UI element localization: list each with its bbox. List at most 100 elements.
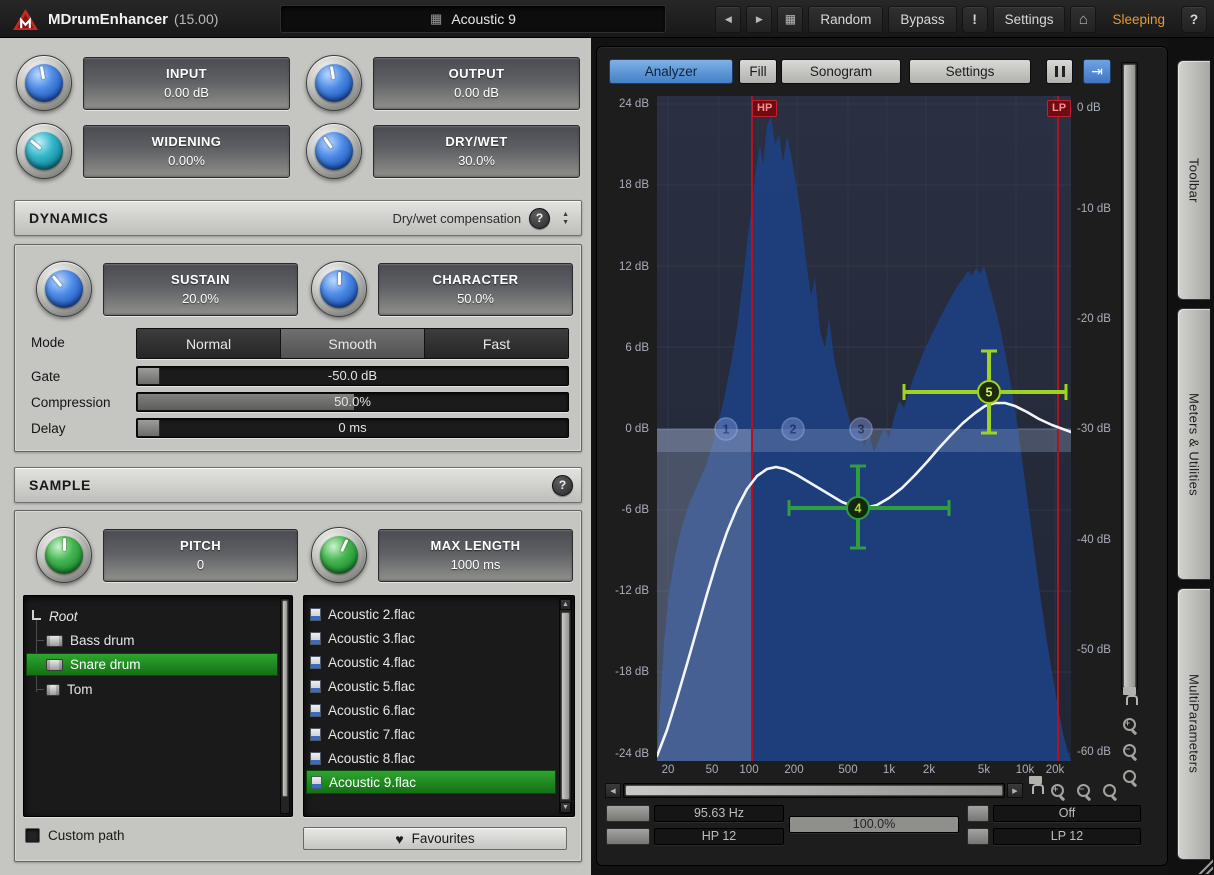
- file-item[interactable]: Acoustic 8.flac: [310, 746, 415, 770]
- sample-header[interactable]: SAMPLE ?: [14, 467, 582, 503]
- sample-tree[interactable]: Root Bass drum Snare drum Tom: [23, 595, 293, 817]
- hp-slope-display[interactable]: HP 12: [654, 828, 784, 845]
- mode-normal-button[interactable]: Normal: [137, 329, 281, 358]
- mode-fast-button[interactable]: Fast: [425, 329, 568, 358]
- hp-freq-fader[interactable]: [606, 805, 650, 822]
- file-item-selected[interactable]: Acoustic 9.flac: [306, 770, 556, 794]
- mix-display[interactable]: 100.0%: [789, 816, 959, 833]
- lp-freq-fader[interactable]: [967, 805, 989, 822]
- sleeping-indicator[interactable]: Sleeping: [1101, 6, 1176, 33]
- graph-v-scrollbar[interactable]: [1121, 62, 1138, 690]
- side-tab-meters-utilities[interactable]: Meters & Utilities: [1177, 308, 1210, 580]
- mode-smooth-button[interactable]: Smooth: [281, 329, 425, 358]
- sustain-knob-cap: [45, 270, 83, 308]
- side-tab-toolbar[interactable]: Toolbar: [1177, 60, 1210, 300]
- file-list-scrollbar[interactable]: ▲ ▼: [559, 598, 572, 814]
- output-knob[interactable]: [306, 55, 362, 111]
- tree-item-snare-drum[interactable]: Snare drum: [26, 653, 278, 676]
- compression-slider[interactable]: 50.0%: [136, 392, 569, 412]
- sustain-knob[interactable]: [36, 261, 92, 317]
- tree-item-root[interactable]: Root: [29, 605, 78, 628]
- root-icon: [32, 610, 41, 620]
- tree-item-tom[interactable]: Tom: [46, 678, 93, 701]
- file-item[interactable]: Acoustic 5.flac: [310, 674, 415, 698]
- preset-prev-button[interactable]: ◀: [715, 6, 741, 33]
- gate-slider[interactable]: -50.0 dB: [136, 366, 569, 386]
- drywet-knob[interactable]: [306, 123, 362, 179]
- h-zoom-in-button[interactable]: +: [1047, 781, 1069, 801]
- arrow-left-icon: ◀: [610, 787, 615, 795]
- tab-settings[interactable]: Settings: [909, 59, 1031, 84]
- v-zoom-reset-button[interactable]: [1119, 767, 1141, 787]
- max-length-display[interactable]: MAX LENGTH 1000 ms: [378, 529, 573, 582]
- graph-h-scrollbar-thumb[interactable]: [625, 785, 1003, 796]
- tab-analyzer[interactable]: Analyzer: [609, 59, 733, 84]
- scroll-down-button[interactable]: ▼: [560, 802, 571, 813]
- character-knob[interactable]: [311, 261, 367, 317]
- lp-slope-fader[interactable]: [967, 828, 989, 845]
- pause-button[interactable]: [1046, 59, 1073, 84]
- warning-button[interactable]: !: [962, 6, 988, 33]
- file-item[interactable]: Acoustic 7.flac: [310, 722, 415, 746]
- h-scroll-left-button[interactable]: ◀: [605, 783, 621, 798]
- file-item[interactable]: Acoustic 3.flac: [310, 626, 415, 650]
- sustain-display[interactable]: SUSTAIN 20.0%: [103, 263, 298, 316]
- delay-slider[interactable]: 0 ms: [136, 418, 569, 438]
- widening-knob[interactable]: [16, 123, 72, 179]
- graph-v-scrollbar-thumb[interactable]: [1123, 64, 1136, 688]
- hp-filter-tag[interactable]: HP: [752, 100, 777, 117]
- favourites-button[interactable]: ♥ Favourites: [303, 827, 567, 850]
- v-zoom-out-button[interactable]: −: [1119, 741, 1141, 761]
- lp-slope-display[interactable]: LP 12: [993, 828, 1141, 845]
- hp-frequency-display[interactable]: 95.63 Hz: [654, 805, 784, 822]
- sample-file-list[interactable]: Acoustic 2.flac Acoustic 3.flac Acoustic…: [303, 595, 575, 817]
- character-display[interactable]: CHARACTER 50.0%: [378, 263, 573, 316]
- preset-browser-button[interactable]: ▦: [777, 6, 803, 33]
- input-knob[interactable]: [16, 55, 72, 111]
- max-length-knob[interactable]: [311, 527, 367, 583]
- preset-next-button[interactable]: ▶: [746, 6, 772, 33]
- tab-fill[interactable]: Fill: [739, 59, 777, 84]
- file-item[interactable]: Acoustic 6.flac: [310, 698, 415, 722]
- home-button[interactable]: ⌂: [1070, 6, 1096, 33]
- tab-sonogram[interactable]: Sonogram: [781, 59, 901, 84]
- graph-h-scrollbar[interactable]: [623, 783, 1005, 798]
- tree-item-bass-drum[interactable]: Bass drum: [46, 629, 135, 652]
- settings-button[interactable]: Settings: [993, 6, 1066, 33]
- hp-slope-fader[interactable]: [606, 828, 650, 845]
- v-zoom-in-button[interactable]: +: [1119, 715, 1141, 735]
- pitch-display[interactable]: PITCH 0: [103, 529, 298, 582]
- drywet-compensation-label[interactable]: Dry/wet compensation: [392, 211, 521, 226]
- file-item[interactable]: Acoustic 2.flac: [310, 602, 415, 626]
- snap-to-bar-button[interactable]: ⇥: [1083, 59, 1111, 84]
- input-display[interactable]: INPUT 0.00 dB: [83, 57, 290, 110]
- scroll-up-button[interactable]: ▲: [560, 599, 571, 610]
- h-scroll-right-button[interactable]: ▶: [1007, 783, 1023, 798]
- zoom-out-icon: −: [1076, 783, 1092, 799]
- bypass-button[interactable]: Bypass: [888, 6, 956, 33]
- random-button[interactable]: Random: [808, 6, 883, 33]
- sample-help-button[interactable]: ?: [552, 475, 573, 496]
- help-button[interactable]: ?: [1181, 6, 1207, 33]
- tree-scrollbar-thumb[interactable]: [282, 600, 288, 797]
- max-length-value: 1000 ms: [379, 557, 572, 572]
- preset-selector[interactable]: ▦ Acoustic 9: [280, 5, 666, 33]
- pitch-knob[interactable]: [36, 527, 92, 583]
- eq-graph[interactable]: 1 2 3 4: [657, 96, 1071, 761]
- custom-path-checkbox[interactable]: [25, 828, 40, 843]
- side-tab-multiparameters[interactable]: MultiParameters: [1177, 588, 1210, 860]
- file-item[interactable]: Acoustic 4.flac: [310, 650, 415, 674]
- dynamics-collapse-control[interactable]: ▲ ▼: [558, 211, 573, 226]
- dynamics-help-button[interactable]: ?: [529, 208, 550, 229]
- drywet-display[interactable]: DRY/WET 30.0%: [373, 125, 580, 178]
- h-zoom-out-button[interactable]: −: [1073, 781, 1095, 801]
- dynamics-header[interactable]: DYNAMICS Dry/wet compensation ? ▲ ▼: [14, 200, 582, 236]
- h-zoom-reset-button[interactable]: [1099, 781, 1121, 801]
- tree-scrollbar[interactable]: [280, 598, 290, 814]
- widening-display[interactable]: WIDENING 0.00%: [83, 125, 290, 178]
- tom-icon: [46, 684, 60, 696]
- lp-filter-tag[interactable]: LP: [1047, 100, 1071, 117]
- output-display[interactable]: OUTPUT 0.00 dB: [373, 57, 580, 110]
- lp-frequency-display[interactable]: Off: [993, 805, 1141, 822]
- file-list-scrollbar-thumb[interactable]: [561, 612, 570, 800]
